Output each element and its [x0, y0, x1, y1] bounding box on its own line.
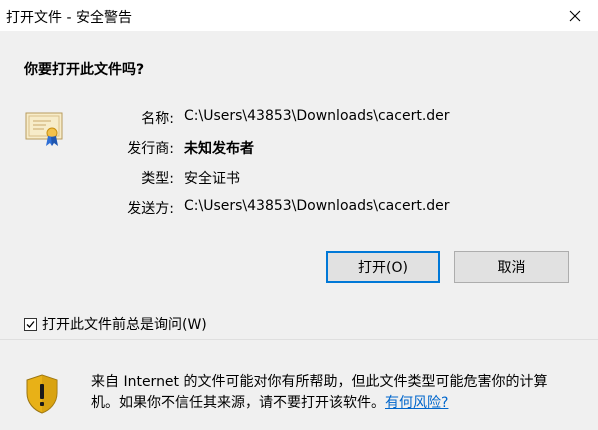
- title-bar: 打开文件 - 安全警告: [0, 0, 598, 31]
- checkmark-icon: [26, 320, 35, 328]
- file-name-value: C:\Users\43853\Downloads\cacert.der: [184, 108, 450, 124]
- warning-footer: 来自 Internet 的文件可能对你有所帮助，但此文件类型可能危害你的计算机。…: [0, 340, 598, 430]
- file-name-label: 名称:: [141, 111, 174, 127]
- security-shield-warning-icon: [24, 373, 60, 419]
- close-icon: [569, 10, 581, 21]
- type-label: 类型:: [141, 171, 174, 187]
- certificate-icon: [24, 109, 64, 153]
- cancel-button[interactable]: 取消: [454, 251, 569, 283]
- close-button[interactable]: [552, 0, 598, 31]
- always-ask-label: 打开此文件前总是询问(W): [42, 317, 207, 333]
- warning-text-block: 来自 Internet 的文件可能对你有所帮助，但此文件类型可能危害你的计算机。…: [91, 372, 571, 414]
- always-ask-checkbox[interactable]: [24, 317, 37, 331]
- type-value: 安全证书: [184, 171, 240, 187]
- open-question: 你要打开此文件吗?: [24, 62, 145, 78]
- dialog-main: 你要打开此文件吗? 名称: C:\Users\43853\Downloads\c…: [0, 31, 598, 339]
- open-button[interactable]: 打开(O): [326, 251, 440, 283]
- from-label: 发送方:: [127, 201, 174, 217]
- publisher-value: 未知发布者: [184, 141, 254, 157]
- whats-the-risk-link[interactable]: 有何风险?: [385, 395, 448, 411]
- from-value: C:\Users\43853\Downloads\cacert.der: [184, 198, 450, 214]
- always-ask-checkbox-row[interactable]: 打开此文件前总是询问(W): [24, 314, 207, 334]
- warning-message: 来自 Internet 的文件可能对你有所帮助，但此文件类型可能危害你的计算机。…: [91, 374, 548, 411]
- window-title: 打开文件 - 安全警告: [6, 10, 132, 26]
- publisher-label: 发行商:: [127, 141, 174, 157]
